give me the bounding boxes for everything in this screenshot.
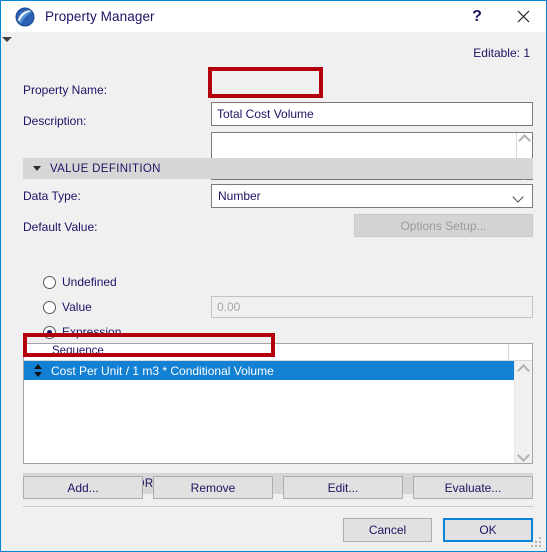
help-button[interactable]: ? bbox=[454, 1, 500, 32]
property-name-input[interactable]: Total Cost Volume bbox=[211, 102, 533, 126]
section-value-definition[interactable]: VALUE DEFINITION bbox=[23, 158, 533, 179]
archicad-logo-icon bbox=[15, 7, 35, 27]
ok-button[interactable]: OK bbox=[443, 518, 533, 542]
section-value-definition-label: VALUE DEFINITION bbox=[50, 162, 161, 175]
drag-updown-icon[interactable] bbox=[31, 361, 49, 380]
radio-expression-indicator[interactable] bbox=[43, 325, 56, 339]
radio-undefined[interactable]: Undefined bbox=[43, 273, 117, 291]
options-setup-button[interactable]: Options Setup... bbox=[354, 214, 533, 237]
data-type-label: Data Type: bbox=[23, 189, 81, 203]
chevron-up-icon[interactable] bbox=[518, 365, 529, 372]
radio-undefined-indicator[interactable] bbox=[43, 275, 56, 289]
table-row[interactable]: Cost Per Unit / 1 m3 * Conditional Volum… bbox=[24, 361, 514, 380]
footer-divider bbox=[23, 506, 533, 507]
close-icon bbox=[517, 10, 529, 23]
title-bar: Property Manager ? bbox=[1, 1, 546, 32]
radio-expression-label: Expression bbox=[62, 325, 122, 339]
default-value-label: Default Value: bbox=[23, 220, 98, 234]
sequence-list-header: Sequence bbox=[24, 344, 532, 361]
evaluate-button[interactable]: Evaluate... bbox=[413, 476, 533, 499]
radio-undefined-label: Undefined bbox=[62, 275, 117, 289]
property-manager-dialog: Property Manager ? Editable: 1 Property … bbox=[0, 0, 547, 552]
editable-label: Editable: bbox=[473, 46, 520, 60]
editable-count: 1 bbox=[523, 46, 530, 60]
default-value-input[interactable]: 0.00 bbox=[211, 296, 533, 318]
property-name-label: Property Name: bbox=[23, 83, 108, 97]
chevron-down-icon bbox=[514, 193, 523, 202]
radio-value-indicator[interactable] bbox=[43, 300, 56, 314]
sequence-list[interactable]: Sequence Cost Per Unit / 1 m3 * Conditio… bbox=[23, 343, 533, 464]
data-type-value: Number bbox=[218, 189, 261, 203]
edit-button[interactable]: Edit... bbox=[283, 476, 403, 499]
description-label: Description: bbox=[23, 114, 87, 128]
column-divider bbox=[508, 344, 509, 361]
resize-grip[interactable] bbox=[531, 537, 542, 548]
sequence-list-scrollbar[interactable] bbox=[514, 361, 532, 463]
panel-collapse-marker-icon[interactable] bbox=[1, 34, 12, 45]
cancel-button[interactable]: Cancel bbox=[343, 518, 432, 542]
data-type-select[interactable]: Number bbox=[211, 184, 533, 208]
window-title: Property Manager bbox=[45, 9, 155, 24]
radio-expression[interactable]: Expression bbox=[43, 323, 121, 341]
radio-value[interactable]: Value bbox=[43, 298, 92, 316]
sequence-column-header: Sequence bbox=[52, 345, 104, 357]
chevron-down-icon[interactable] bbox=[518, 452, 529, 459]
sequence-list-rows: Cost Per Unit / 1 m3 * Conditional Volum… bbox=[24, 361, 514, 463]
add-button[interactable]: Add... bbox=[23, 476, 143, 499]
table-row-label: Cost Per Unit / 1 m3 * Conditional Volum… bbox=[51, 363, 274, 378]
chevron-down-icon bbox=[33, 166, 41, 171]
close-button[interactable] bbox=[500, 1, 546, 32]
radio-value-label: Value bbox=[62, 300, 92, 314]
editable-status: Editable: 1 bbox=[473, 46, 530, 60]
chevron-up-icon[interactable] bbox=[519, 135, 530, 142]
dialog-body: Editable: 1 Property Name: Total Cost Vo… bbox=[2, 32, 545, 551]
remove-button[interactable]: Remove bbox=[153, 476, 273, 499]
